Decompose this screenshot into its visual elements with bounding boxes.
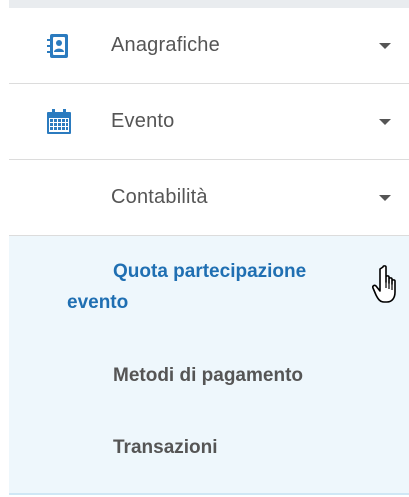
chevron-down-icon[interactable] bbox=[379, 118, 391, 125]
chevron-down-icon[interactable] bbox=[379, 194, 391, 201]
top-divider bbox=[9, 0, 409, 8]
submenu-item-metodi-di-pagamento[interactable]: Metodi di pagamento bbox=[113, 360, 303, 391]
submenu-item-quota-partecipazione-evento[interactable]: Quota partecipazione evento bbox=[67, 256, 357, 318]
submenu-item-label-line1: Quota partecipazione bbox=[113, 261, 307, 282]
address-book-icon bbox=[45, 32, 73, 60]
submenu-contabilita: Quota partecipazione evento Metodi di pa… bbox=[9, 236, 409, 495]
menu-item-contabilita[interactable]: Contabilità bbox=[9, 160, 409, 236]
submenu-item-label-line2: evento bbox=[67, 292, 129, 313]
sidebar-menu: Anagrafiche Evento Contabilità Quota par… bbox=[9, 0, 409, 497]
chevron-down-icon[interactable] bbox=[379, 42, 391, 49]
menu-item-label: Evento bbox=[111, 110, 175, 132]
calendar-icon bbox=[45, 108, 73, 136]
menu-item-anagrafiche[interactable]: Anagrafiche bbox=[9, 8, 409, 84]
hand-cursor-icon bbox=[372, 265, 396, 303]
menu-item-evento[interactable]: Evento bbox=[9, 84, 409, 160]
menu-item-label: Contabilità bbox=[111, 186, 208, 208]
submenu-item-transazioni[interactable]: Transazioni bbox=[113, 432, 218, 463]
menu-item-label: Anagrafiche bbox=[111, 34, 220, 56]
